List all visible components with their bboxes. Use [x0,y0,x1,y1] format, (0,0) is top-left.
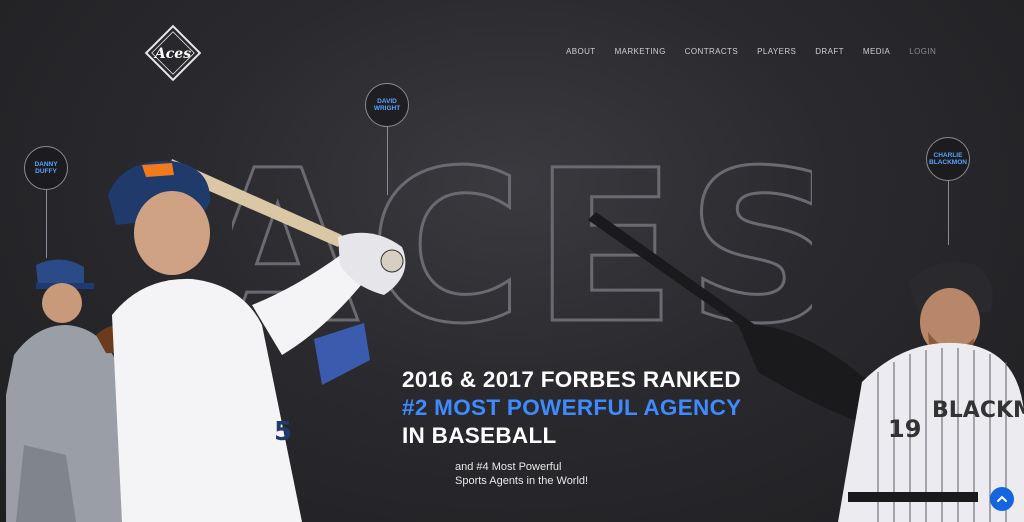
pin-danny-duffy[interactable]: DANNY DUFFY [24,146,68,258]
aces-logo[interactable]: Aces [140,20,206,86]
nav-about[interactable]: ABOUT [566,47,596,56]
pin-charlie-blackmon-line [947,181,949,245]
pin-david-wright-line [386,127,388,195]
headline-line-2: #2 MOST POWERFUL AGENCY [402,395,742,420]
player-david-wright-image: 5 [108,159,406,522]
nav-login[interactable]: LOGIN [909,47,936,56]
main-nav: ABOUT MARKETING CONTRACTS PLAYERS DRAFT … [566,47,936,56]
subtext-line-1: and #4 Most Powerful [455,461,562,473]
nav-draft[interactable]: DRAFT [815,47,844,56]
nav-media[interactable]: MEDIA [863,47,890,56]
pin-danny-duffy-last: DUFFY [35,168,57,175]
nav-marketing[interactable]: MARKETING [615,47,666,56]
wright-jersey-number: 5 [274,417,292,447]
headline-line-3: IN BASEBALL [402,423,557,448]
pin-charlie-blackmon-last: BLACKMON [929,159,967,166]
pin-danny-duffy-line [45,190,47,258]
pin-david-wright[interactable]: DAVID WRIGHT [365,83,409,195]
pin-david-wright-last: WRIGHT [373,105,401,112]
chevron-up-icon [997,495,1007,502]
pin-david-wright-first: DAVID [377,97,397,105]
scroll-top-button[interactable] [990,487,1014,511]
hero-headline: 2016 & 2017 FORBES RANKED #2 MOST POWERF… [402,366,741,450]
blackmon-jersey-number: 19 [888,415,921,443]
blackmon-jersey-name: BLACKM [932,398,1024,423]
headline-line-1: 2016 & 2017 FORBES RANKED [402,367,741,392]
logo-text: Aces [153,46,191,62]
nav-contracts[interactable]: CONTRACTS [685,47,738,56]
pin-charlie-blackmon[interactable]: CHARLIE BLACKMON [926,137,970,245]
pin-danny-duffy-first: DANNY [34,160,58,168]
hero-subtext: and #4 Most Powerful Sports Agents in th… [455,460,588,488]
subtext-line-2: Sports Agents in the World! [455,475,589,487]
pin-charlie-blackmon-circle[interactable]: CHARLIE BLACKMON [926,137,970,181]
pin-danny-duffy-circle[interactable]: DANNY DUFFY [24,146,68,190]
nav-players[interactable]: PLAYERS [757,47,796,56]
pin-david-wright-circle[interactable]: DAVID WRIGHT [365,83,409,127]
pin-charlie-blackmon-first: CHARLIE [933,151,963,159]
